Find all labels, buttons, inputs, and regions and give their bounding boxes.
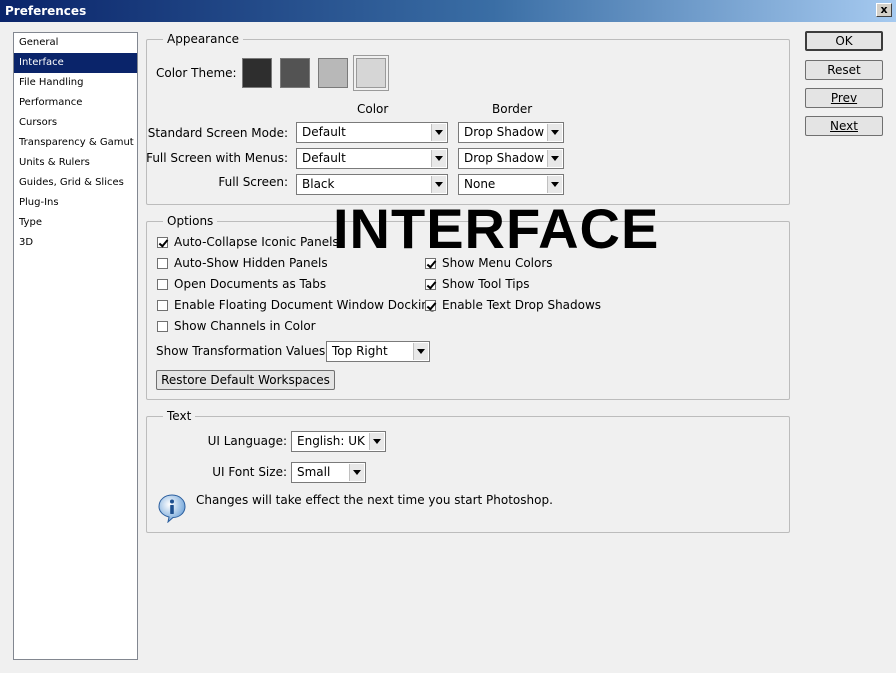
full-screen-menus-color-select[interactable]: Default (296, 148, 448, 169)
window-body: General Interface File Handling Performa… (0, 22, 896, 673)
ok-button[interactable]: OK (805, 31, 883, 51)
prev-button[interactable]: Prev (805, 88, 883, 108)
full-screen-menus-label: Full Screen with Menus: (146, 151, 288, 165)
chevron-down-icon (547, 176, 562, 193)
ui-language-label: UI Language: (207, 434, 287, 448)
nav-item-cursors[interactable]: Cursors (14, 113, 137, 133)
full-screen-color-select[interactable]: Black (296, 174, 448, 195)
full-screen-border-select[interactable]: None (458, 174, 564, 195)
auto-show-label[interactable]: Auto-Show Hidden Panels (174, 256, 328, 270)
chevron-down-icon (431, 150, 446, 167)
full-screen-border-value: None (464, 177, 496, 191)
theme-swatch-3[interactable] (318, 58, 348, 88)
title-bar: Preferences x (0, 0, 896, 22)
section-overlay-label: INTERFACE (333, 197, 660, 260)
appearance-legend: Appearance (167, 32, 240, 46)
ui-font-size-value: Small (297, 465, 331, 479)
full-screen-menus-border-select[interactable]: Drop Shadow (458, 148, 564, 169)
nav-item-guides-grid-slices[interactable]: Guides, Grid & Slices (14, 173, 137, 193)
nav-item-type[interactable]: Type (14, 213, 137, 233)
text-drop-shadows-checkbox[interactable] (425, 300, 436, 311)
restart-info-text: Changes will take effect the next time y… (196, 493, 553, 507)
channels-color-label[interactable]: Show Channels in Color (174, 319, 316, 333)
restore-workspaces-button[interactable]: Restore Default Workspaces (156, 370, 335, 390)
theme-swatch-2[interactable] (280, 58, 310, 88)
ui-font-size-select[interactable]: Small (291, 462, 366, 483)
transform-values-select[interactable]: Top Right (326, 341, 430, 362)
nav-item-plug-ins[interactable]: Plug-Ins (14, 193, 137, 213)
tool-tips-checkbox[interactable] (425, 279, 436, 290)
standard-screen-border-value: Drop Shadow (464, 125, 545, 139)
nav-item-performance[interactable]: Performance (14, 93, 137, 113)
tool-tips-label[interactable]: Show Tool Tips (442, 277, 529, 291)
next-button[interactable]: Next (805, 116, 883, 136)
theme-swatch-4-selected[interactable] (353, 55, 389, 91)
open-as-tabs-checkbox[interactable] (157, 279, 168, 290)
chevron-down-icon (369, 433, 384, 450)
nav-item-general[interactable]: General (14, 33, 137, 53)
floating-docking-label[interactable]: Enable Floating Document Window Docking (174, 298, 437, 312)
column-header-border: Border (492, 102, 533, 116)
text-legend: Text (167, 409, 192, 423)
full-screen-menus-border-value: Drop Shadow (464, 151, 545, 165)
ui-language-select[interactable]: English: UK (291, 431, 386, 452)
standard-screen-color-select[interactable]: Default (296, 122, 448, 143)
full-screen-menus-color-value: Default (302, 151, 346, 165)
options-legend: Options (167, 214, 214, 228)
standard-screen-border-select[interactable]: Drop Shadow (458, 122, 564, 143)
nav-item-interface[interactable]: Interface (14, 53, 137, 73)
info-icon (158, 494, 186, 523)
full-screen-label: Full Screen: (218, 175, 288, 189)
column-header-color: Color (357, 102, 389, 116)
chevron-down-icon (349, 464, 364, 481)
ui-language-value: English: UK (297, 434, 365, 448)
close-icon[interactable]: x (876, 3, 892, 17)
reset-button[interactable]: Reset (805, 60, 883, 80)
channels-color-checkbox[interactable] (157, 321, 168, 332)
theme-swatch-1[interactable] (242, 58, 272, 88)
text-drop-shadows-label[interactable]: Enable Text Drop Shadows (442, 298, 601, 312)
auto-collapse-label[interactable]: Auto-Collapse Iconic Panels (174, 235, 339, 249)
standard-screen-color-value: Default (302, 125, 346, 139)
auto-show-checkbox[interactable] (157, 258, 168, 269)
nav-item-units-rulers[interactable]: Units & Rulers (14, 153, 137, 173)
ui-font-size-label: UI Font Size: (212, 465, 287, 479)
window-title: Preferences (5, 4, 87, 18)
transform-values-label: Show Transformation Values: (156, 344, 330, 358)
nav-item-3d[interactable]: 3D (14, 233, 137, 253)
color-theme-label: Color Theme: (156, 66, 237, 80)
standard-screen-mode-label: Standard Screen Mode: (147, 126, 288, 140)
full-screen-color-value: Black (302, 177, 335, 191)
nav-item-transparency-gamut[interactable]: Transparency & Gamut (14, 133, 137, 153)
chevron-down-icon (431, 124, 446, 141)
chevron-down-icon (431, 176, 446, 193)
auto-collapse-checkbox[interactable] (157, 237, 168, 248)
open-as-tabs-label[interactable]: Open Documents as Tabs (174, 277, 326, 291)
chevron-down-icon (413, 343, 428, 360)
chevron-down-icon (547, 150, 562, 167)
category-list: General Interface File Handling Performa… (13, 32, 138, 660)
nav-item-file-handling[interactable]: File Handling (14, 73, 137, 93)
transform-values-value: Top Right (332, 344, 388, 358)
floating-docking-checkbox[interactable] (157, 300, 168, 311)
chevron-down-icon (547, 124, 562, 141)
